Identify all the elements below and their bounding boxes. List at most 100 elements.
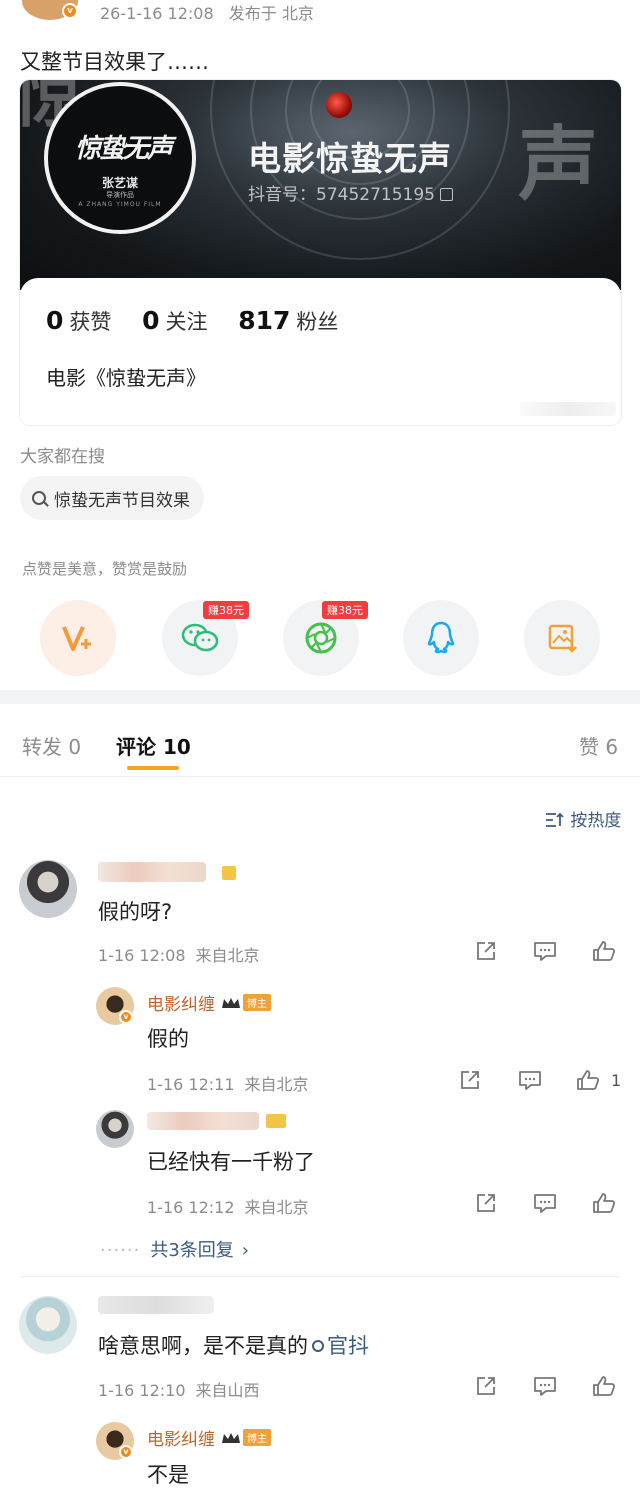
logo-subtitle: 导演作品 xyxy=(106,191,134,199)
logo-english: A ZHANG YIMOU FILM xyxy=(78,201,162,208)
brush-decor: 声 xyxy=(518,117,598,211)
commenter-name[interactable] xyxy=(98,1296,214,1314)
save-image-button[interactable] xyxy=(524,600,600,676)
post-location: 发布于 北京 xyxy=(228,4,314,23)
tab-likes[interactable]: 赞 6 xyxy=(579,731,618,760)
share-icon[interactable] xyxy=(475,1192,499,1214)
account-description: 电影《惊蛰无声》 xyxy=(46,366,206,390)
reply-meta: 1-16 12:11 来自北京 xyxy=(147,1071,319,1095)
account-name: 电影惊蛰无声 xyxy=(248,139,452,178)
stat-following: 0 关注 xyxy=(142,306,208,335)
verified-icon: v xyxy=(62,3,78,19)
reply-text: 已经快有一千粉了 xyxy=(147,1150,315,1174)
comment-location: 来自山西 xyxy=(195,1381,260,1400)
v-plus-icon xyxy=(62,626,91,651)
post-date: 26-1-16 12:08 xyxy=(100,4,214,23)
verified-icon: v xyxy=(119,1445,133,1459)
replier-avatar[interactable] xyxy=(96,1110,134,1148)
like-icon[interactable] xyxy=(592,940,616,962)
reply-header: 电影纠缠 博主 xyxy=(147,990,271,1015)
host-badge: 博主 xyxy=(243,1429,271,1446)
search-suggest-label: 大家都在搜 xyxy=(20,447,105,467)
more-replies-label: 共3条回复 xyxy=(150,1240,234,1261)
commenter-name[interactable] xyxy=(98,862,206,882)
commenter-avatar[interactable] xyxy=(19,1296,77,1354)
verified-icon: v xyxy=(119,1010,133,1024)
member-badge-icon xyxy=(266,1114,286,1128)
commenter-avatar[interactable] xyxy=(19,860,77,918)
like-icon[interactable] xyxy=(576,1069,600,1091)
account-id-text: 抖音号：57452715195 xyxy=(248,185,435,205)
comment-date: 1-16 12:08 xyxy=(98,946,186,965)
earn-badge: 赚38元 xyxy=(203,601,249,619)
crown-icon xyxy=(221,1431,241,1445)
reply-meta: 1-16 12:12 来自北京 xyxy=(147,1194,319,1218)
reply-text: 假的 xyxy=(147,1027,189,1051)
replier-name[interactable] xyxy=(147,1112,259,1130)
reply-author-name[interactable]: 电影纠缠 xyxy=(147,1425,215,1450)
profile-banner: 声 惊 惊蛰无声 张艺谋 导演作品 A ZHANG YIMOU FILM 电影惊… xyxy=(20,80,621,290)
comment-divider xyxy=(20,1276,620,1277)
logo-title: 惊蛰无声 xyxy=(74,134,173,164)
section-divider xyxy=(0,690,640,704)
reply-author-name[interactable]: 电影纠缠 xyxy=(147,990,215,1015)
comment-date: 1-16 12:10 xyxy=(98,1381,186,1400)
comment-icon[interactable] xyxy=(518,1069,542,1091)
qq-icon xyxy=(427,621,455,654)
account-logo: 惊蛰无声 张艺谋 导演作品 A ZHANG YIMOU FILM xyxy=(44,82,196,234)
account-stats: 0 获赞 0 关注 817 粉丝 xyxy=(46,306,362,336)
profile-card[interactable]: 声 惊 惊蛰无声 张艺谋 导演作品 A ZHANG YIMOU FILM 电影惊… xyxy=(20,80,621,425)
account-id: 抖音号：57452715195 xyxy=(248,180,453,205)
comment-location: 来自北京 xyxy=(195,946,260,965)
comment-icon[interactable] xyxy=(533,1192,557,1214)
reply-location: 来自北京 xyxy=(244,1075,309,1094)
sort-label: 按热度 xyxy=(570,811,622,831)
blurred-area xyxy=(520,402,616,416)
share-icon[interactable] xyxy=(475,1375,499,1397)
search-icon xyxy=(32,491,46,505)
like-icon[interactable] xyxy=(592,1375,616,1397)
member-badge-icon xyxy=(222,866,236,880)
crown-icon xyxy=(221,996,241,1010)
like-count: 1 xyxy=(611,1071,622,1090)
share-qq-button[interactable] xyxy=(403,600,479,676)
tab-separator xyxy=(0,776,640,777)
dots-decor: ······ xyxy=(100,1240,141,1261)
search-suggestion[interactable]: 惊蛰无声节目效果 xyxy=(20,476,204,520)
v-plus-button[interactable] xyxy=(40,600,116,676)
wechat-icon xyxy=(181,623,219,652)
post-text: 又整节目效果了…… xyxy=(20,50,209,74)
sort-icon xyxy=(546,812,564,827)
stat-followers: 817 粉丝 xyxy=(238,306,339,335)
post-meta: 26-1-16 12:08 发布于 北京 xyxy=(100,0,324,24)
search-query: 惊蛰无声节目效果 xyxy=(54,490,190,511)
logo-director: 张艺谋 xyxy=(101,176,138,190)
more-replies-link[interactable]: ······ 共3条回复 › xyxy=(100,1236,249,1262)
share-icon[interactable] xyxy=(475,940,499,962)
comment-icon[interactable] xyxy=(533,940,557,962)
comment-meta: 1-16 12:10 来自山西 xyxy=(98,1377,270,1401)
tab-repost[interactable]: 转发 0 xyxy=(22,731,81,760)
tab-underline xyxy=(127,766,179,770)
save-image-icon xyxy=(548,624,577,653)
reply-location: 来自北京 xyxy=(244,1198,309,1217)
host-badge: 博主 xyxy=(243,994,271,1011)
comment-icon[interactable] xyxy=(533,1375,557,1397)
reward-text: 点赞是美意，赞赏是鼓励 xyxy=(22,560,188,578)
reply-text: 不是 xyxy=(147,1463,189,1487)
inline-search-link[interactable]: 官抖 xyxy=(308,1334,369,1358)
chevron-right-icon: › xyxy=(241,1240,249,1261)
earn-badge: 赚38元 xyxy=(322,601,368,619)
comment-text-body: 啥意思啊，是不是真的 xyxy=(98,1334,308,1358)
share-icon[interactable] xyxy=(459,1069,483,1091)
search-icon xyxy=(312,1340,324,1352)
like-icon[interactable] xyxy=(592,1192,616,1214)
reply-date: 1-16 12:12 xyxy=(147,1198,235,1217)
moments-icon xyxy=(305,622,337,654)
sort-by-hot-button[interactable]: 按热度 xyxy=(545,806,621,831)
copy-icon[interactable] xyxy=(439,188,453,201)
red-eye-decor xyxy=(326,92,352,118)
comment-text: 啥意思啊，是不是真的 官抖 xyxy=(98,1330,369,1360)
inline-link-label: 官抖 xyxy=(327,1334,369,1358)
tab-comments[interactable]: 评论 10 xyxy=(116,731,191,760)
